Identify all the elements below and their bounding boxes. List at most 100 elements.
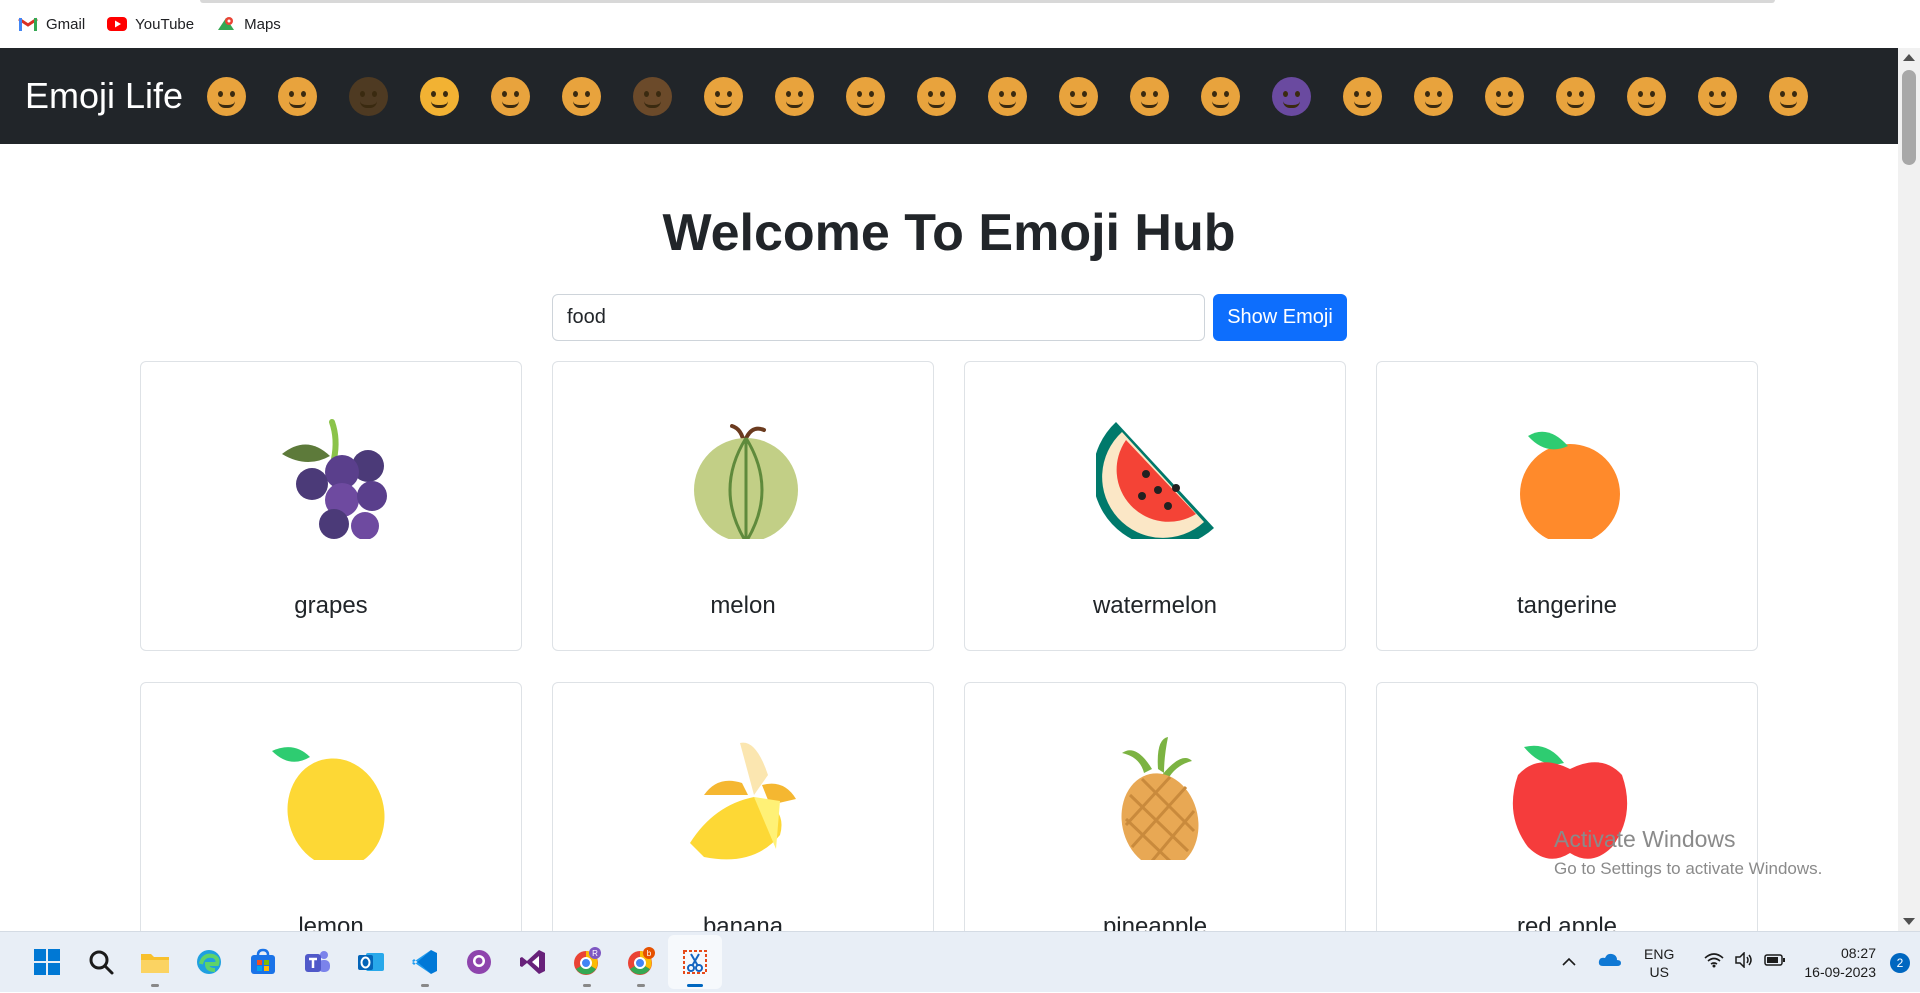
navbar-emoji-icon[interactable] xyxy=(420,76,460,116)
tangerine-icon xyxy=(1520,431,1620,539)
scroll-up-arrow-icon[interactable] xyxy=(1903,54,1915,61)
navbar-emoji-icon[interactable] xyxy=(1556,76,1596,116)
bookmark-label: YouTube xyxy=(135,15,195,33)
emoji-card[interactable]: pineapple xyxy=(964,682,1346,931)
search-input[interactable] xyxy=(552,294,1205,341)
onedrive-icon[interactable] xyxy=(1598,952,1622,973)
scroll-down-arrow-icon[interactable] xyxy=(1903,918,1915,925)
taskbar-edge[interactable] xyxy=(182,935,236,989)
emoji-card[interactable]: melon xyxy=(552,361,934,651)
navbar-emoji-icon[interactable] xyxy=(491,76,531,116)
lemon-icon xyxy=(272,747,385,860)
card-label: watermelon xyxy=(1092,592,1218,619)
navbar-emoji-icon[interactable] xyxy=(1130,76,1170,116)
navbar-emoji-icon[interactable] xyxy=(1201,76,1241,116)
navbar-emoji-icon[interactable] xyxy=(846,76,886,116)
taskbar-outlook[interactable] xyxy=(344,935,398,989)
outlook-icon xyxy=(358,953,384,971)
navbar-emoji-icon[interactable] xyxy=(1059,76,1099,116)
running-indicator xyxy=(421,984,429,987)
navbar-emoji-icon[interactable] xyxy=(1698,76,1738,116)
running-indicator xyxy=(637,984,645,987)
navbar-emoji-icon[interactable] xyxy=(1272,76,1312,116)
youtube-icon xyxy=(107,16,128,32)
taskbar-chrome-profile-r[interactable]: R xyxy=(560,935,614,989)
notification-badge[interactable]: 2 xyxy=(1890,952,1910,973)
navbar-emoji-icon[interactable] xyxy=(704,76,744,116)
chevron-up-icon[interactable] xyxy=(1562,954,1576,972)
navbar-emoji-icon[interactable] xyxy=(1414,76,1454,116)
windows-taskbar: R b ENG US 08:27 16-09-2023 2 xyxy=(0,931,1920,992)
search-bar: Show Emoji xyxy=(552,294,1347,341)
bookmark-label: Gmail xyxy=(46,15,86,33)
melon-icon xyxy=(694,424,798,539)
taskbar-search-button[interactable] xyxy=(74,935,128,989)
navbar-emoji-icon[interactable] xyxy=(917,76,957,116)
card-label: banana xyxy=(702,913,784,931)
running-indicator xyxy=(583,984,591,987)
navbar-emoji-icon[interactable] xyxy=(1485,76,1525,116)
chrome-profile-b-icon: b xyxy=(628,947,655,975)
navbar-emoji-icon[interactable] xyxy=(1343,76,1383,116)
start-button[interactable] xyxy=(20,935,74,989)
battery-icon[interactable] xyxy=(1764,953,1786,972)
navbar-emoji-icon[interactable] xyxy=(562,76,602,116)
taskbar-visual-studio[interactable] xyxy=(506,935,560,989)
taskbar-teams[interactable] xyxy=(290,935,344,989)
taskbar-github[interactable] xyxy=(452,935,506,989)
navbar-emoji-icon[interactable] xyxy=(775,76,815,116)
emoji-card[interactable]: banana xyxy=(552,682,934,931)
gmail-icon xyxy=(18,16,38,32)
grapes-icon xyxy=(282,419,387,539)
clock[interactable]: 08:27 16-09-2023 xyxy=(1804,944,1876,982)
navbar-emoji-icon[interactable] xyxy=(988,76,1028,116)
wifi-icon[interactable] xyxy=(1704,952,1724,973)
navbar-emoji-icon[interactable] xyxy=(633,76,673,116)
edge-icon xyxy=(197,950,221,974)
snipping-tool-icon xyxy=(683,950,707,974)
show-emoji-button[interactable]: Show Emoji xyxy=(1213,294,1347,341)
card-label: pineapple xyxy=(1102,913,1208,931)
chrome-profile-r-icon: R xyxy=(574,947,601,975)
file-explorer-icon xyxy=(141,954,169,973)
visual-studio-icon xyxy=(520,950,545,974)
card-label: red apple xyxy=(1516,913,1618,931)
bookmark-youtube[interactable]: YouTube xyxy=(107,16,194,33)
navbar-brand[interactable]: Emoji Life xyxy=(25,75,183,117)
store-icon xyxy=(251,948,275,974)
emoji-card[interactable]: grapes xyxy=(140,361,522,651)
watermelon-icon xyxy=(1096,422,1214,539)
emoji-card[interactable]: lemon xyxy=(140,682,522,931)
card-label: tangerine xyxy=(1516,592,1618,619)
taskbar-file-explorer[interactable] xyxy=(128,935,182,989)
volume-icon[interactable] xyxy=(1734,951,1754,973)
taskbar-snipping-tool[interactable] xyxy=(668,935,722,989)
scroll-thumb[interactable] xyxy=(1902,70,1916,165)
svg-text:b: b xyxy=(647,949,652,958)
vscode-icon xyxy=(412,950,437,974)
bookmark-maps[interactable]: Maps xyxy=(216,16,281,33)
bookmark-gmail[interactable]: Gmail xyxy=(18,16,85,33)
navbar-emoji-icon[interactable] xyxy=(1627,76,1667,116)
navbar: Emoji Life xyxy=(0,48,1898,144)
navbar-emoji-icon[interactable] xyxy=(1769,76,1809,116)
language-code: ENG xyxy=(1644,945,1675,962)
bookmark-label: Maps xyxy=(244,15,281,33)
taskbar-vscode[interactable] xyxy=(398,935,452,989)
start-icon xyxy=(34,949,60,975)
emoji-card[interactable]: tangerine xyxy=(1376,361,1758,651)
teams-icon xyxy=(305,951,330,972)
navbar-emoji-icon[interactable] xyxy=(278,76,318,116)
svg-text:R: R xyxy=(592,949,598,958)
red-apple-icon xyxy=(1512,745,1628,859)
taskbar-store[interactable] xyxy=(236,935,290,989)
emoji-card[interactable]: watermelon xyxy=(964,361,1346,651)
emoji-card[interactable]: red apple xyxy=(1376,682,1758,931)
navbar-emoji-icon[interactable] xyxy=(349,76,389,116)
navbar-emoji-icon[interactable] xyxy=(207,76,247,116)
taskbar-chrome-profile-b[interactable]: b xyxy=(614,935,668,989)
running-indicator xyxy=(151,984,159,987)
page-scrollbar[interactable] xyxy=(1898,48,1920,931)
language-indicator[interactable]: ENG US xyxy=(1644,945,1674,981)
address-bar-edge xyxy=(200,0,1775,3)
